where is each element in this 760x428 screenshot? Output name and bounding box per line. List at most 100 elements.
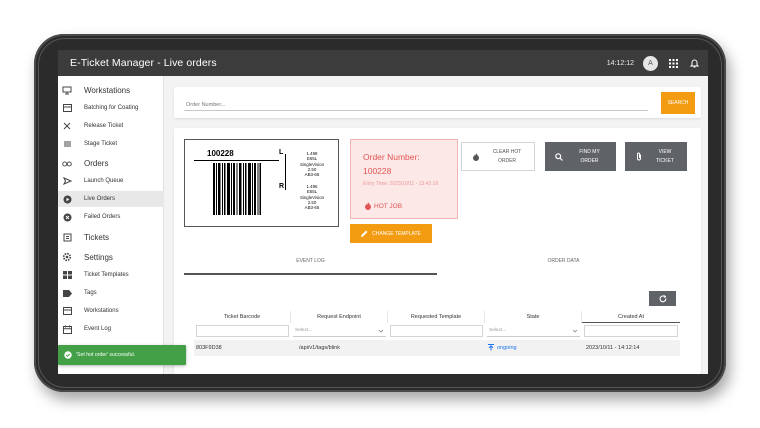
sidebar-item-label: Failed Orders xyxy=(84,214,121,220)
toast-message: 'Set hot order' successful. xyxy=(76,352,136,358)
stage: E-Ticket Manager - Live orders 14:12:12 … xyxy=(0,0,760,428)
hot-job-badge: HOT JOB xyxy=(365,202,402,210)
tab-order-data[interactable]: ORDER DATA xyxy=(437,258,690,270)
glasses-icon xyxy=(62,158,72,168)
left-eye-marker: L xyxy=(279,149,284,156)
sidebar-heading-label: Orders xyxy=(84,158,109,168)
column-header-ticket-barcode[interactable]: Ticket Barcode xyxy=(194,311,291,323)
column-header-request-endpoint[interactable]: Request Endpoint xyxy=(291,311,388,323)
refresh-icon xyxy=(658,294,666,302)
play-circle-icon xyxy=(62,194,72,204)
sidebar-heading-orders[interactable]: Orders xyxy=(58,155,108,171)
select-placeholder: Select... xyxy=(489,328,507,333)
table-row[interactable] xyxy=(194,360,680,374)
entry-time: Entry Time: 2023/10/11 - 13:42:16 xyxy=(363,181,439,187)
main-content: SEARCH 100228 L R 1.498 xyxy=(164,76,708,374)
label-order-number: 100228 xyxy=(207,149,234,158)
sidebar-item-release-ticket[interactable]: Release Ticket xyxy=(58,118,164,134)
pencil-icon xyxy=(361,230,368,237)
column-header-requested-template[interactable]: Requested Template xyxy=(388,311,485,323)
template-filter-input[interactable] xyxy=(390,325,483,337)
flame-icon xyxy=(471,152,480,161)
sidebar-item-tags[interactable]: Tags xyxy=(58,285,164,301)
endpoint-filter-select[interactable]: Select... xyxy=(293,325,386,337)
tab-event-log[interactable]: EVENT LOG xyxy=(184,258,437,270)
left-eye-prescription: 1.498 E55L SingleVision 2.50 AB3-65 xyxy=(295,151,329,177)
sidebar-heading-label: Tickets xyxy=(84,232,110,242)
sidebar-item-stage-ticket[interactable]: Stage Ticket xyxy=(58,136,164,152)
find-my-order-label: FIND MY ORDER xyxy=(579,148,600,164)
sidebar-item-label: Event Log xyxy=(84,326,112,332)
app-header: E-Ticket Manager - Live orders 14:12:12 … xyxy=(58,50,708,76)
order-number-title: Order Number: xyxy=(363,152,420,162)
find-my-order-button[interactable]: FIND MY ORDER xyxy=(545,142,616,171)
sidebar-item-failed-orders[interactable]: Failed Orders xyxy=(58,209,164,225)
cell-endpoint: /api/v1/tags/blink xyxy=(299,345,340,351)
send-icon xyxy=(62,176,72,186)
workstation-monitor-icon xyxy=(62,85,72,95)
order-number-search-input[interactable] xyxy=(184,99,648,111)
sidebar-item-label: Live Orders xyxy=(84,196,116,202)
clear-hot-order-label: CLEAR HOT ORDER xyxy=(492,148,522,164)
batch-icon xyxy=(62,103,72,113)
calendar-icon xyxy=(62,324,72,334)
layers-icon xyxy=(62,139,72,149)
label-eye-divider xyxy=(285,154,286,190)
sidebar-heading-label: Workstations xyxy=(84,85,131,95)
search-button[interactable]: SEARCH xyxy=(661,92,695,114)
sidebar-heading-label: Settings xyxy=(84,252,113,262)
sidebar-item-label: Ticket Templates xyxy=(84,272,129,278)
rx-line: AB3-65 xyxy=(304,172,320,178)
column-header-created-at[interactable]: Created At xyxy=(582,311,680,323)
cancel-circle-icon xyxy=(62,212,72,222)
flame-icon xyxy=(365,202,371,210)
state-label: ongoing xyxy=(497,344,517,351)
order-number-value: 100228 xyxy=(363,166,392,176)
sidebar-item-live-orders[interactable]: Live Orders xyxy=(58,191,164,207)
sidebar-item-label: Workstations xyxy=(84,308,119,314)
sidebar-item-batching[interactable]: Batching for Coating xyxy=(58,100,164,116)
rx-line: AB3-65 xyxy=(304,205,320,211)
user-avatar[interactable]: A xyxy=(643,55,658,71)
sidebar-item-label: Tags xyxy=(84,290,97,296)
sidebar-item-event-log[interactable]: Event Log xyxy=(58,321,164,337)
cell-created-at: 2023/10/11 - 14:12:14 xyxy=(586,345,640,351)
column-header-state[interactable]: State xyxy=(485,311,582,323)
sidebar-item-label: Release Ticket xyxy=(84,123,124,129)
check-circle-icon xyxy=(64,351,72,359)
template-grid-icon xyxy=(62,270,72,280)
sidebar-item-workstations[interactable]: Workstations xyxy=(58,303,164,319)
active-tab-indicator xyxy=(184,273,437,275)
select-placeholder: Select... xyxy=(295,328,313,333)
chevron-down-icon xyxy=(572,329,578,333)
sidebar-item-launch-queue[interactable]: Launch Queue xyxy=(58,173,164,189)
close-icon xyxy=(62,121,72,131)
view-ticket-button[interactable]: VIEW TICKET xyxy=(625,142,687,171)
app-screen: E-Ticket Manager - Live orders 14:12:12 … xyxy=(58,50,708,374)
cell-state: ongoing xyxy=(488,344,517,351)
sidebar-heading-tickets[interactable]: Tickets xyxy=(58,229,109,245)
clear-hot-order-button[interactable]: CLEAR HOT ORDER xyxy=(461,142,535,171)
apps-grid-icon[interactable] xyxy=(667,57,679,69)
change-template-label: CHANGE TEMPLATE xyxy=(372,230,421,237)
chevron-down-icon xyxy=(378,329,384,333)
sidebar-heading-settings[interactable]: Settings xyxy=(58,249,113,265)
tag-icon xyxy=(62,288,72,298)
barcode-filter-input[interactable] xyxy=(196,325,289,337)
sidebar-item-label: Stage Ticket xyxy=(84,141,118,147)
created-at-filter-input[interactable] xyxy=(584,325,678,337)
paperclip-icon xyxy=(634,152,643,161)
refresh-button[interactable] xyxy=(649,291,676,306)
change-template-button[interactable]: CHANGE TEMPLATE xyxy=(350,224,432,243)
barcode-image xyxy=(213,163,261,215)
sidebar-item-ticket-templates[interactable]: Ticket Templates xyxy=(58,267,164,283)
right-eye-marker: R xyxy=(279,183,285,190)
search-icon xyxy=(554,152,563,161)
sidebar-heading-workstations[interactable]: Workstations xyxy=(58,82,130,98)
state-filter-select[interactable]: Select... xyxy=(487,325,580,337)
bell-icon[interactable] xyxy=(688,57,700,69)
search-card: SEARCH xyxy=(174,87,701,118)
sidebar: Workstations Batching for Coating Releas… xyxy=(58,76,164,374)
table-row[interactable]: 803F9D38 /api/v1/tags/blink ongoing 2023… xyxy=(194,340,680,356)
success-toast: 'Set hot order' successful. xyxy=(58,345,186,365)
